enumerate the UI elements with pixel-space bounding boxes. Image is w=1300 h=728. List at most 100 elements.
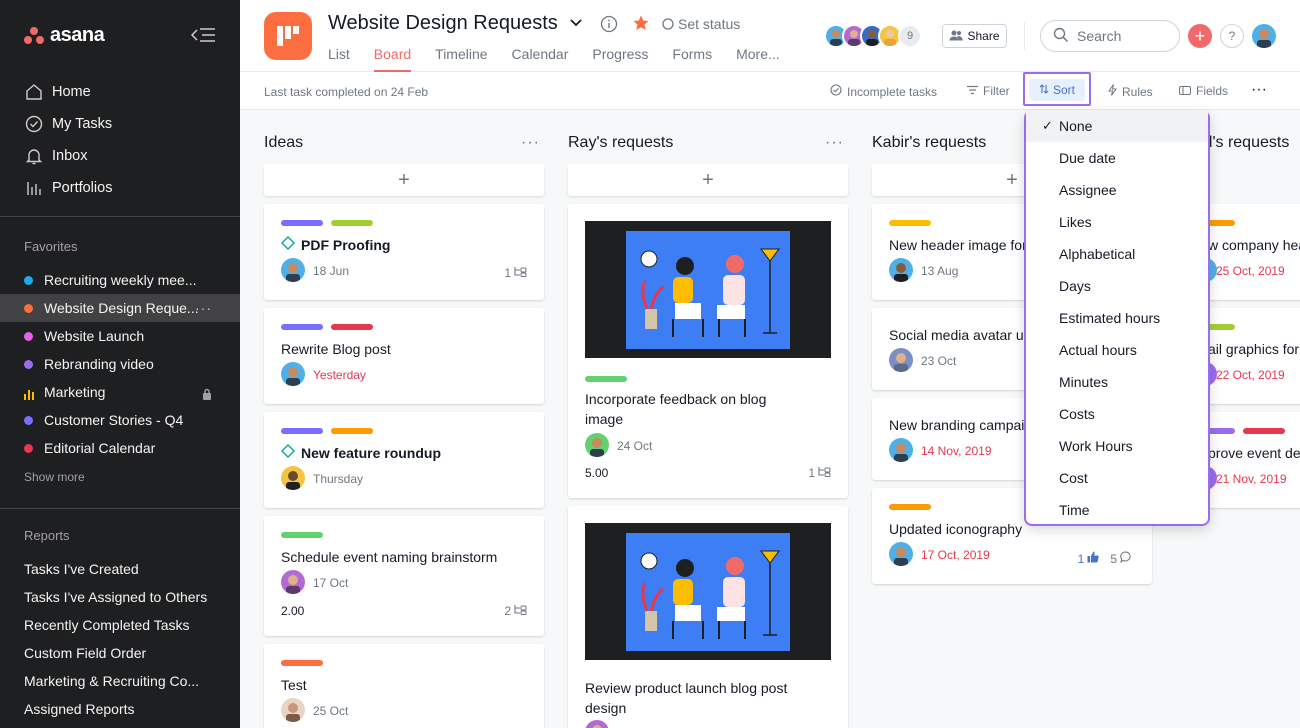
star-icon[interactable] xyxy=(632,14,650,37)
column-title[interactable]: el's requests xyxy=(1200,134,1300,152)
filter-icon xyxy=(967,84,978,98)
column-title[interactable]: Ray's requests xyxy=(568,134,848,152)
nav-my-tasks[interactable]: My Tasks xyxy=(0,108,240,140)
tag-pill xyxy=(281,220,323,226)
sort-option-assignee[interactable]: Assignee xyxy=(1026,174,1208,206)
task-card[interactable]: New feature roundup Thursday xyxy=(264,412,544,508)
comment-count-value: 5 xyxy=(1110,551,1117,566)
card-title: w company hea xyxy=(1208,237,1300,253)
subtask-count[interactable]: 1 xyxy=(504,266,528,280)
project-members[interactable]: 9 xyxy=(824,24,922,48)
column-more-icon[interactable]: ··· xyxy=(521,134,540,152)
assignee-avatar[interactable] xyxy=(585,433,609,457)
info-icon[interactable] xyxy=(600,15,618,38)
sort-option-minutes[interactable]: Minutes xyxy=(1026,366,1208,398)
task-card[interactable]: PDF Proofing 18 Jun 1 xyxy=(264,204,544,300)
subtask-count[interactable]: 1 xyxy=(808,466,832,480)
project-board-icon[interactable] xyxy=(264,12,312,60)
assignee-avatar[interactable] xyxy=(585,720,609,728)
favorite-item-website-launch[interactable]: Website Launch xyxy=(0,322,240,350)
sort-dropdown-menu: ✓ None Due date Assignee Likes Alphabetic… xyxy=(1024,110,1210,526)
report-item[interactable]: Marketing & Recruiting Co... xyxy=(0,667,240,695)
sort-arrows-icon xyxy=(1039,83,1049,97)
add-task-button[interactable]: + xyxy=(568,164,848,196)
status-circle-icon[interactable] xyxy=(662,17,674,35)
search-input[interactable]: Search xyxy=(1040,20,1180,52)
sort-option-actual-hours[interactable]: Actual hours xyxy=(1026,334,1208,366)
assignee-avatar[interactable] xyxy=(281,258,305,282)
nav-home[interactable]: Home xyxy=(0,76,240,108)
favorite-item-marketing[interactable]: Marketing xyxy=(0,378,240,406)
show-more-link[interactable]: Show more xyxy=(24,470,85,484)
quick-add-button[interactable]: + xyxy=(1188,24,1212,48)
sort-button[interactable]: Sort xyxy=(1029,79,1085,101)
nav-inbox-label: Inbox xyxy=(52,148,88,164)
add-task-button[interactable]: + xyxy=(264,164,544,196)
rules-button[interactable]: Rules xyxy=(1108,84,1153,99)
column-more-icon[interactable]: ··· xyxy=(825,134,844,152)
sort-option-days[interactable]: Days xyxy=(1026,270,1208,302)
tab-timeline[interactable]: Timeline xyxy=(435,46,487,72)
share-button[interactable]: Share xyxy=(942,24,1007,48)
tab-calendar[interactable]: Calendar xyxy=(512,46,569,72)
like-count[interactable]: 15 xyxy=(1078,551,1132,566)
thumbs-up-icon xyxy=(1087,551,1099,566)
filter-button[interactable]: Filter xyxy=(967,84,1010,98)
task-card[interactable]: Rewrite Blog post Yesterday xyxy=(264,308,544,404)
favorite-item-customer-stories[interactable]: Customer Stories - Q4 xyxy=(0,406,240,434)
check-circle-icon xyxy=(24,114,44,134)
assignee-avatar[interactable] xyxy=(281,570,305,594)
assignee-avatar[interactable] xyxy=(889,438,913,462)
tab-board[interactable]: Board xyxy=(373,46,412,72)
toolbar-more-icon[interactable]: ··· xyxy=(1251,81,1267,99)
incomplete-tasks-button[interactable]: Incomplete tasks xyxy=(830,84,937,99)
favorite-item-website-design[interactable]: Website Design Reque... ··· xyxy=(0,294,240,322)
report-item[interactable]: Recently Completed Tasks xyxy=(0,611,240,639)
help-button[interactable]: ? xyxy=(1220,24,1244,48)
nav-portfolios[interactable]: Portfolios xyxy=(0,172,240,204)
favorite-item-editorial[interactable]: Editorial Calendar xyxy=(0,434,240,462)
assignee-avatar[interactable] xyxy=(281,466,305,490)
tab-list[interactable]: List xyxy=(328,46,350,72)
tag-pill xyxy=(331,220,373,226)
report-item[interactable]: Tasks I've Created xyxy=(0,555,240,583)
report-item[interactable]: Assigned Reports xyxy=(0,695,240,723)
assignee-avatar[interactable] xyxy=(889,258,913,282)
favorite-more-icon[interactable]: ··· xyxy=(195,300,212,316)
task-card[interactable]: Review product launch blog post design xyxy=(568,506,848,728)
tab-forms[interactable]: Forms xyxy=(672,46,712,72)
report-item[interactable]: Custom Field Order xyxy=(0,639,240,667)
nav-inbox[interactable]: Inbox xyxy=(0,140,240,172)
sort-option-alphabetical[interactable]: Alphabetical xyxy=(1026,238,1208,270)
assignee-avatar[interactable] xyxy=(889,542,913,566)
sort-option-work-hours[interactable]: Work Hours xyxy=(1026,430,1208,462)
sort-option-likes[interactable]: Likes xyxy=(1026,206,1208,238)
set-status-button[interactable]: Set status xyxy=(678,16,740,32)
task-card[interactable]: Incorporate feedback on blog image 24 Oct… xyxy=(568,204,848,498)
incomplete-tasks-label: Incomplete tasks xyxy=(847,84,938,99)
collapse-sidebar-icon[interactable] xyxy=(190,24,216,46)
favorite-item-rebranding[interactable]: Rebranding video xyxy=(0,350,240,378)
task-card[interactable]: Test 25 Oct xyxy=(264,644,544,728)
assignee-avatar[interactable] xyxy=(281,698,305,722)
tab-more[interactable]: More... xyxy=(736,46,780,72)
favorite-item-recruiting[interactable]: Recruiting weekly mee... xyxy=(0,266,240,294)
sort-option-time[interactable]: Time xyxy=(1026,494,1208,526)
tab-progress[interactable]: Progress xyxy=(592,46,648,72)
sort-option-costs[interactable]: Costs xyxy=(1026,398,1208,430)
user-avatar[interactable] xyxy=(1252,24,1276,48)
report-item[interactable]: Tasks I've Assigned to Others xyxy=(0,583,240,611)
chevron-down-icon[interactable] xyxy=(569,16,583,35)
sort-option-estimated-hours[interactable]: Estimated hours xyxy=(1026,302,1208,334)
task-card[interactable]: Schedule event naming brainstorm 17 Oct … xyxy=(264,516,544,636)
asana-logo[interactable]: asana xyxy=(24,24,105,47)
column-title[interactable]: Ideas xyxy=(264,134,544,152)
fields-button[interactable]: Fields xyxy=(1179,84,1228,98)
card-title: prove event de xyxy=(1208,445,1300,461)
sort-option-due-date[interactable]: Due date xyxy=(1026,142,1208,174)
sort-option-cost[interactable]: Cost xyxy=(1026,462,1208,494)
assignee-avatar[interactable] xyxy=(281,362,305,386)
subtask-count[interactable]: 2 xyxy=(504,604,528,618)
assignee-avatar[interactable] xyxy=(889,348,913,372)
sort-option-none[interactable]: ✓ None xyxy=(1026,110,1208,142)
